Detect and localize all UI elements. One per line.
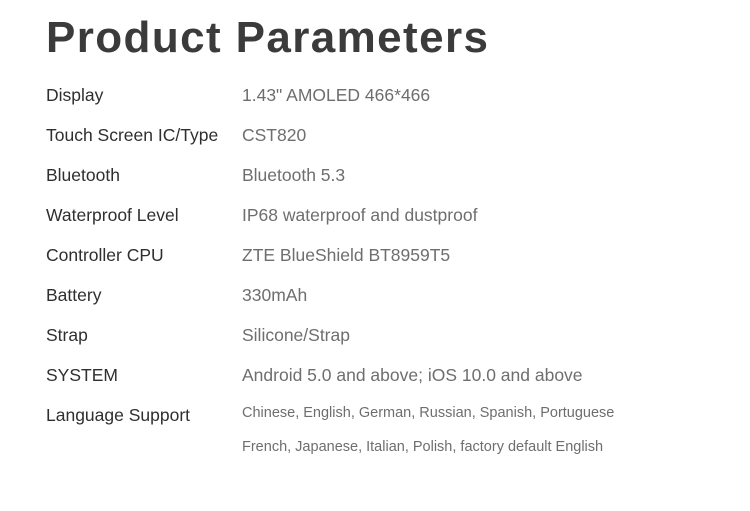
table-row: Controller CPU ZTE BlueShield BT8959T5 — [46, 238, 706, 278]
spec-label-strap: Strap — [46, 325, 88, 345]
language-line-1: Chinese, English, German, Russian, Spani… — [242, 405, 615, 421]
spec-label-controller-cpu: Controller CPU — [46, 245, 164, 265]
spec-label-touch-screen-ic-type: Touch Screen IC/Type — [46, 125, 219, 145]
table-row: Strap Silicone/Strap — [46, 318, 706, 358]
spec-label-bluetooth: Bluetooth — [46, 165, 120, 185]
table-row: Display 1.43" AMOLED 466*466 — [46, 78, 706, 118]
spec-value-controller-cpu: ZTE BlueShield BT8959T5 — [242, 245, 451, 265]
spec-value-touch-screen-ic-type: CST820 — [242, 125, 307, 145]
spec-value-bluetooth: Bluetooth 5.3 — [242, 165, 346, 185]
language-line-2: French, Japanese, Italian, Polish, facto… — [242, 439, 604, 455]
spec-value-language-support: Chinese, English, German, Russian, Spani… — [242, 398, 706, 462]
product-parameters-sheet: Product Parameters Display 1.43" AMOLED … — [0, 0, 750, 511]
table-row: Battery 330mAh — [46, 278, 706, 318]
spec-label-system: SYSTEM — [46, 365, 118, 385]
spec-value-waterproof-level: IP68 waterproof and dustproof — [242, 205, 478, 225]
table-row: Language Support Chinese, English, Germa… — [46, 398, 706, 468]
spec-value-strap: Silicone/Strap — [242, 325, 350, 345]
table-row: Waterproof Level IP68 waterproof and dus… — [46, 198, 706, 238]
specifications-table: Display 1.43" AMOLED 466*466 Touch Scree… — [46, 78, 706, 468]
spec-label-language-support: Language Support — [46, 405, 191, 425]
table-row: Bluetooth Bluetooth 5.3 — [46, 158, 706, 198]
spec-label-battery: Battery — [46, 285, 102, 305]
spec-label-display: Display — [46, 85, 104, 105]
spec-value-system: Android 5.0 and above; iOS 10.0 and abov… — [242, 365, 583, 385]
page-title: Product Parameters — [46, 13, 490, 62]
spec-value-battery: 330mAh — [242, 285, 308, 305]
table-row: Touch Screen IC/Type CST820 — [46, 118, 706, 158]
table-row: SYSTEM Android 5.0 and above; iOS 10.0 a… — [46, 358, 706, 398]
spec-value-display: 1.43" AMOLED 466*466 — [242, 85, 431, 105]
spec-label-waterproof-level: Waterproof Level — [46, 205, 179, 225]
